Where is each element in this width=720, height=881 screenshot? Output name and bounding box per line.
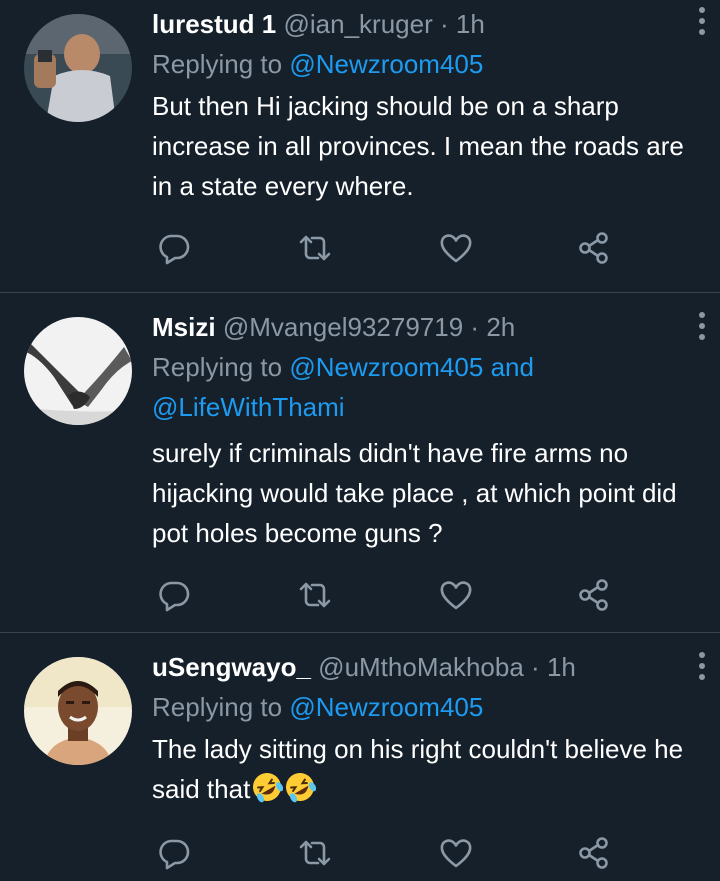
mention-link[interactable]: @Newzroom405 <box>289 352 483 382</box>
user-handle[interactable]: @uMthoMakhoba <box>318 652 524 682</box>
heart-icon[interactable] <box>438 230 474 266</box>
more-vertical-icon[interactable] <box>690 649 714 683</box>
heart-icon[interactable] <box>438 577 474 613</box>
tweet-actions <box>152 230 622 266</box>
tweet-text: The lady sitting on his right couldn't b… <box>152 729 700 809</box>
timestamp[interactable]: 2h <box>486 312 515 342</box>
avatar[interactable] <box>24 657 132 765</box>
tweet-header: Msizi @Mvangel93279719 · 2h <box>152 307 700 347</box>
replying-prefix: Replying to <box>152 49 290 79</box>
tweet[interactable]: uSengwayo_ @uMthoMakhoba · 1h Replying t… <box>0 633 720 881</box>
tweet[interactable]: Msizi @Mvangel93279719 · 2h Replying to … <box>0 293 720 633</box>
tweet-text: surely if criminals didn't have fire arm… <box>152 438 677 548</box>
replying-to: Replying to @Newzroom405 <box>152 687 700 727</box>
heart-icon[interactable] <box>438 835 474 871</box>
display-name[interactable]: uSengwayo_ <box>152 652 311 682</box>
tweet-header: lurestud 1 @ian_kruger · 1h <box>152 4 700 44</box>
rolling-on-floor-laughing-icon <box>253 773 284 803</box>
avatar[interactable] <box>24 14 132 122</box>
share-icon[interactable] <box>576 835 612 871</box>
timestamp[interactable]: 1h <box>456 9 485 39</box>
tweet-actions <box>152 835 622 871</box>
more-vertical-icon[interactable] <box>690 4 714 38</box>
mention-link[interactable]: @Newzroom405 <box>289 49 483 79</box>
mention-link[interactable]: @LifeWithThami <box>152 392 345 422</box>
tweet-actions <box>152 577 622 613</box>
retweet-icon[interactable] <box>297 230 333 266</box>
share-icon[interactable] <box>576 577 612 613</box>
mention-link[interactable]: @Newzroom405 <box>289 692 483 722</box>
replying-prefix: Replying to <box>152 352 290 382</box>
rolling-on-floor-laughing-icon <box>286 773 317 803</box>
reply-bubble-icon[interactable] <box>156 577 192 613</box>
tweet-text-content: The lady sitting on his right couldn't b… <box>152 734 684 804</box>
reply-bubble-icon[interactable] <box>156 230 192 266</box>
replying-to: Replying to @Newzroom405 <box>152 44 700 84</box>
separator-dot: · <box>439 9 449 39</box>
separator-dot: · <box>470 312 480 342</box>
avatar-image <box>24 317 132 425</box>
display-name[interactable]: Msizi <box>152 312 216 342</box>
retweet-icon[interactable] <box>297 577 333 613</box>
user-handle[interactable]: @ian_kruger <box>283 9 432 39</box>
replying-prefix: Replying to <box>152 692 290 722</box>
avatar-image <box>24 657 132 765</box>
share-icon[interactable] <box>576 230 612 266</box>
tweet[interactable]: lurestud 1 @ian_kruger · 1h Replying to … <box>0 0 720 293</box>
separator-dot: · <box>531 652 540 682</box>
replying-to: Replying to @Newzroom405 and @LifeWithTh… <box>152 347 700 427</box>
avatar[interactable] <box>24 317 132 425</box>
avatar-image <box>24 14 132 122</box>
reply-bubble-icon[interactable] <box>156 835 192 871</box>
user-handle[interactable]: @Mvangel93279719 <box>223 312 463 342</box>
replying-joiner: and <box>483 352 534 382</box>
timestamp[interactable]: 1h <box>547 652 576 682</box>
tweet-text: But then Hi jacking should be on a sharp… <box>152 91 684 201</box>
tweet-header: uSengwayo_ @uMthoMakhoba · 1h <box>152 647 700 687</box>
retweet-icon[interactable] <box>297 835 333 871</box>
more-vertical-icon[interactable] <box>690 309 714 343</box>
display-name[interactable]: lurestud 1 <box>152 9 276 39</box>
